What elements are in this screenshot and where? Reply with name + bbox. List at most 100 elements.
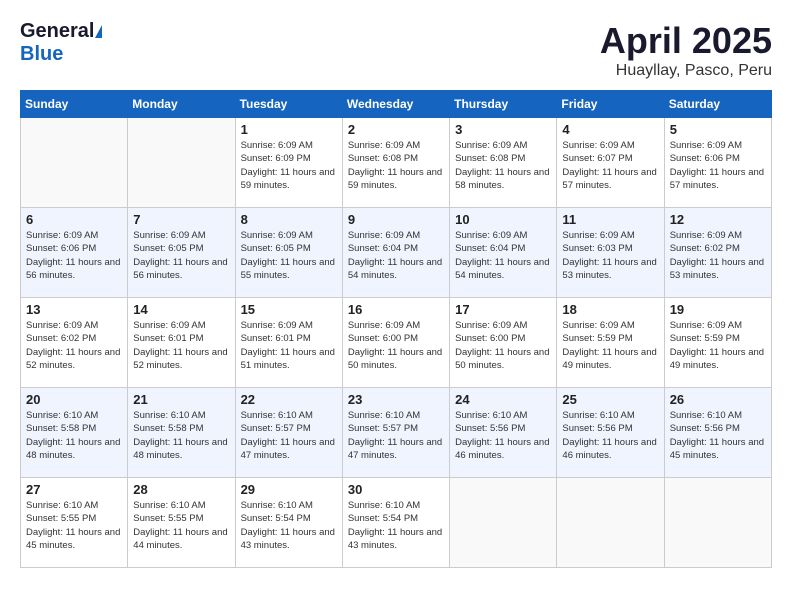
day-number: 10 (455, 212, 551, 227)
day-number: 29 (241, 482, 337, 497)
day-header-saturday: Saturday (664, 91, 771, 118)
day-number: 22 (241, 392, 337, 407)
day-info: Sunrise: 6:09 AM Sunset: 6:06 PM Dayligh… (670, 139, 766, 192)
day-number: 27 (26, 482, 122, 497)
day-info: Sunrise: 6:10 AM Sunset: 5:56 PM Dayligh… (562, 409, 658, 462)
calendar-cell: 25 Sunrise: 6:10 AM Sunset: 5:56 PM Dayli… (557, 388, 664, 478)
day-number: 30 (348, 482, 444, 497)
calendar-cell (450, 478, 557, 568)
calendar-cell: 20Sunrise: 6:10 AM Sunset: 5:58 PM Dayli… (21, 388, 128, 478)
day-number: 2 (348, 122, 444, 137)
day-number: 18 (562, 302, 658, 317)
calendar-cell: 11Sunrise: 6:09 AM Sunset: 6:03 PM Dayli… (557, 208, 664, 298)
logo-blue: Blue (20, 43, 63, 65)
day-info: Sunrise: 6:10 AM Sunset: 5:54 PM Dayligh… (241, 499, 337, 552)
calendar-cell: 4Sunrise: 6:09 AM Sunset: 6:07 PM Daylig… (557, 118, 664, 208)
calendar-cell (128, 118, 235, 208)
calendar-cell: 18 Sunrise: 6:09 AM Sunset: 5:59 PM Dayli… (557, 298, 664, 388)
day-info: Sunrise: 6:09 AM Sunset: 6:05 PM Dayligh… (241, 229, 337, 282)
day-info: Sunrise: 6:10 AM Sunset: 5:58 PM Dayligh… (133, 409, 229, 462)
calendar-cell: 23 Sunrise: 6:10 AM Sunset: 5:57 PM Dayli… (342, 388, 449, 478)
calendar-cell: 19 Sunrise: 6:09 AM Sunset: 5:59 PM Dayli… (664, 298, 771, 388)
day-header-friday: Friday (557, 91, 664, 118)
week-row-3: 13 Sunrise: 6:09 AM Sunset: 6:02 PM Dayli… (21, 298, 772, 388)
month-title: April 2025 (600, 20, 772, 62)
calendar-cell: 5 Sunrise: 6:09 AM Sunset: 6:06 PM Daylig… (664, 118, 771, 208)
day-number: 16 (348, 302, 444, 317)
calendar-table: SundayMondayTuesdayWednesdayThursdayFrid… (20, 90, 772, 568)
day-number: 25 (562, 392, 658, 407)
calendar-cell: 26 Sunrise: 6:10 AM Sunset: 5:56 PM Dayli… (664, 388, 771, 478)
day-header-monday: Monday (128, 91, 235, 118)
day-info: Sunrise: 6:09 AM Sunset: 6:02 PM Dayligh… (670, 229, 766, 282)
day-info: Sunrise: 6:09 AM Sunset: 6:01 PM Dayligh… (241, 319, 337, 372)
day-number: 19 (670, 302, 766, 317)
day-info: Sunrise: 6:09 AM Sunset: 6:08 PM Dayligh… (348, 139, 444, 192)
day-number: 21 (133, 392, 229, 407)
logo-general: General (20, 20, 94, 43)
calendar-cell: 22 Sunrise: 6:10 AM Sunset: 5:57 PM Dayli… (235, 388, 342, 478)
day-number: 12 (670, 212, 766, 227)
calendar-cell: 15 Sunrise: 6:09 AM Sunset: 6:01 PM Dayli… (235, 298, 342, 388)
day-info: Sunrise: 6:10 AM Sunset: 5:57 PM Dayligh… (241, 409, 337, 462)
day-number: 7 (133, 212, 229, 227)
day-number: 14 (133, 302, 229, 317)
calendar-cell: 24 Sunrise: 6:10 AM Sunset: 5:56 PM Dayli… (450, 388, 557, 478)
calendar-cell: 13 Sunrise: 6:09 AM Sunset: 6:02 PM Dayli… (21, 298, 128, 388)
day-info: Sunrise: 6:09 AM Sunset: 6:09 PM Dayligh… (241, 139, 337, 192)
calendar-cell: 16 Sunrise: 6:09 AM Sunset: 6:00 PM Dayli… (342, 298, 449, 388)
day-info: Sunrise: 6:09 AM Sunset: 6:01 PM Dayligh… (133, 319, 229, 372)
calendar-cell: 6 Sunrise: 6:09 AM Sunset: 6:06 PM Daylig… (21, 208, 128, 298)
day-info: Sunrise: 6:10 AM Sunset: 5:56 PM Dayligh… (455, 409, 551, 462)
day-info: Sunrise: 6:09 AM Sunset: 6:00 PM Dayligh… (455, 319, 551, 372)
calendar-cell: 7 Sunrise: 6:09 AM Sunset: 6:05 PM Daylig… (128, 208, 235, 298)
day-number: 9 (348, 212, 444, 227)
day-info: Sunrise: 6:10 AM Sunset: 5:56 PM Dayligh… (670, 409, 766, 462)
day-info: Sunrise: 6:10 AM Sunset: 5:54 PM Dayligh… (348, 499, 444, 552)
calendar-cell: 9Sunrise: 6:09 AM Sunset: 6:04 PM Daylig… (342, 208, 449, 298)
day-number: 13 (26, 302, 122, 317)
day-info: Sunrise: 6:10 AM Sunset: 5:57 PM Dayligh… (348, 409, 444, 462)
day-info: Sunrise: 6:10 AM Sunset: 5:58 PM Dayligh… (26, 409, 122, 462)
calendar-cell: 17 Sunrise: 6:09 AM Sunset: 6:00 PM Dayli… (450, 298, 557, 388)
day-info: Sunrise: 6:10 AM Sunset: 5:55 PM Dayligh… (133, 499, 229, 552)
day-number: 17 (455, 302, 551, 317)
calendar-cell: 28 Sunrise: 6:10 AM Sunset: 5:55 PM Dayli… (128, 478, 235, 568)
calendar-cell: 2 Sunrise: 6:09 AM Sunset: 6:08 PM Daylig… (342, 118, 449, 208)
week-row-4: 20Sunrise: 6:10 AM Sunset: 5:58 PM Dayli… (21, 388, 772, 478)
day-header-wednesday: Wednesday (342, 91, 449, 118)
calendar-cell: 10 Sunrise: 6:09 AM Sunset: 6:04 PM Dayli… (450, 208, 557, 298)
calendar-header-row: SundayMondayTuesdayWednesdayThursdayFrid… (21, 91, 772, 118)
day-info: Sunrise: 6:09 AM Sunset: 6:04 PM Dayligh… (455, 229, 551, 282)
day-number: 4 (562, 122, 658, 137)
day-info: Sunrise: 6:09 AM Sunset: 6:02 PM Dayligh… (26, 319, 122, 372)
title-area: April 2025 Huayllay, Pasco, Peru (600, 20, 772, 80)
day-info: Sunrise: 6:09 AM Sunset: 5:59 PM Dayligh… (670, 319, 766, 372)
day-number: 11 (562, 212, 658, 227)
day-number: 8 (241, 212, 337, 227)
calendar-cell (21, 118, 128, 208)
day-info: Sunrise: 6:09 AM Sunset: 6:00 PM Dayligh… (348, 319, 444, 372)
day-number: 6 (26, 212, 122, 227)
logo-triangle-icon (95, 25, 102, 38)
calendar-cell: 27 Sunrise: 6:10 AM Sunset: 5:55 PM Dayli… (21, 478, 128, 568)
day-number: 24 (455, 392, 551, 407)
day-number: 3 (455, 122, 551, 137)
day-number: 23 (348, 392, 444, 407)
calendar-cell: 14 Sunrise: 6:09 AM Sunset: 6:01 PM Dayli… (128, 298, 235, 388)
day-header-sunday: Sunday (21, 91, 128, 118)
calendar-cell (557, 478, 664, 568)
day-number: 28 (133, 482, 229, 497)
week-row-1: 1 Sunrise: 6:09 AM Sunset: 6:09 PM Daylig… (21, 118, 772, 208)
day-info: Sunrise: 6:09 AM Sunset: 6:06 PM Dayligh… (26, 229, 122, 282)
day-info: Sunrise: 6:10 AM Sunset: 5:55 PM Dayligh… (26, 499, 122, 552)
calendar-cell: 8 Sunrise: 6:09 AM Sunset: 6:05 PM Daylig… (235, 208, 342, 298)
day-header-thursday: Thursday (450, 91, 557, 118)
day-info: Sunrise: 6:09 AM Sunset: 5:59 PM Dayligh… (562, 319, 658, 372)
day-info: Sunrise: 6:09 AM Sunset: 6:05 PM Dayligh… (133, 229, 229, 282)
day-number: 15 (241, 302, 337, 317)
day-number: 26 (670, 392, 766, 407)
day-number: 5 (670, 122, 766, 137)
calendar-cell (664, 478, 771, 568)
day-number: 1 (241, 122, 337, 137)
